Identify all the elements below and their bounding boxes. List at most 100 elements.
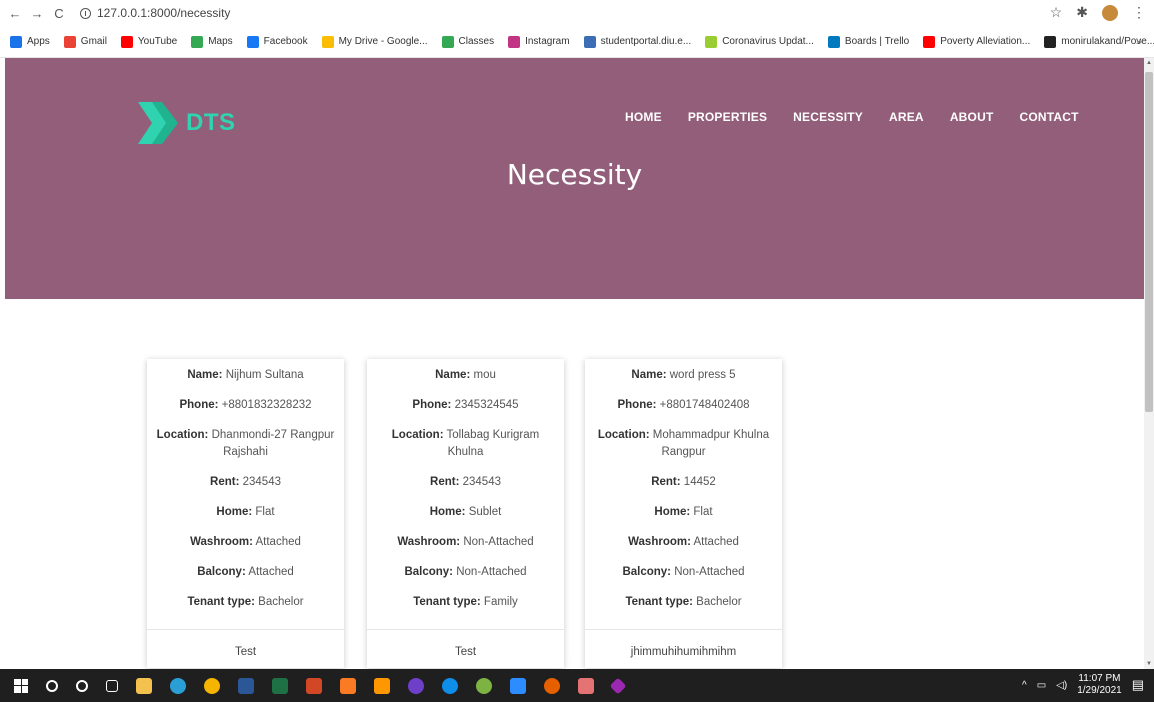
bookmark-item[interactable]: studentportal.diu.e... [583,35,691,48]
star-icon[interactable]: ☆ [1050,4,1063,21]
nav-properties[interactable]: PROPERTIES [688,110,767,124]
reload-icon[interactable]: C [50,6,68,21]
field-label: Home: [429,506,466,519]
teamviewer-icon[interactable] [442,677,458,694]
powerpoint-icon[interactable] [306,677,322,694]
page-scrollbar[interactable]: ▲ ▼ [1144,58,1154,669]
field-value: word press 5 [669,369,736,381]
field-label: Phone: [412,398,452,411]
bookmark-label: YouTube [137,36,178,47]
clock-time: 11:07 PM [1078,673,1121,684]
field-value: Attached [255,535,301,548]
bookmark-item[interactable]: Boards | Trello [827,35,909,48]
search-icon[interactable] [46,679,58,692]
bookmark-label: Facebook [263,36,308,47]
bookmark-label: Maps [208,36,233,47]
notifications-icon[interactable]: ▤ [1132,677,1144,693]
bookmark-item[interactable]: Poverty Alleviation... [923,35,1030,48]
bookmark-item[interactable]: Classes [441,35,494,48]
clock-date: 1/29/2021 [1077,685,1122,696]
card-field-balcony: Balcony: Non-Attached [375,564,556,582]
scroll-up-icon[interactable]: ▲ [1146,60,1152,66]
card-footer: Test [147,629,344,668]
card-field-home: Home: Flat [155,504,336,522]
firefox-icon[interactable] [544,677,560,694]
field-value: Bachelor [696,595,742,608]
git-icon[interactable] [609,677,627,694]
nav-necessity[interactable]: NECESSITY [793,110,863,124]
bookmark-item[interactable]: Instagram [508,35,570,48]
xampp-icon[interactable] [340,677,356,694]
bookmark-label: Instagram [525,36,570,47]
bookmarks-overflow-icon[interactable]: » [1136,36,1142,48]
chrome-icon[interactable] [204,677,220,694]
app-icon[interactable] [476,677,492,694]
profile-avatar[interactable] [1102,4,1118,21]
field-label: Home: [654,506,691,519]
nav-home[interactable]: HOME [625,110,662,124]
site-logo[interactable]: DTS [138,102,236,144]
bookmark-icon [120,35,133,48]
field-value: Tollabag Kurigram Khulna [446,428,540,459]
excel-icon[interactable] [272,677,288,694]
field-label: Phone: [179,398,219,411]
paint-icon[interactable] [578,677,594,694]
clock[interactable]: 11:07 PM 1/29/2021 [1077,673,1122,697]
scroll-thumb[interactable] [1145,72,1153,412]
field-label: Rent: [651,476,681,489]
card-field-tenant: Tenant type: Bachelor [155,594,336,612]
bookmark-item[interactable]: Facebook [246,35,308,48]
field-value: Family [483,595,518,608]
browser-address-bar: ← → C 127.0.0.1:8000/necessity ☆ ✱ ⋮ [0,0,1154,26]
bookmark-icon [705,35,718,48]
nav-about[interactable]: ABOUT [950,110,994,124]
card-field-balcony: Balcony: Attached [155,564,336,582]
bookmark-item[interactable]: Gmail [63,35,107,48]
bookmark-label: My Drive - Google... [338,36,428,47]
forward-icon[interactable]: → [28,6,46,21]
bookmark-icon [10,35,22,48]
logo-text: DTS [186,109,236,136]
field-value: Flat [693,506,713,519]
bookmark-icon [583,35,596,48]
field-label: Name: [631,369,667,381]
zoom-icon[interactable] [510,677,526,694]
sublime-icon[interactable] [374,677,390,694]
bookmark-icon [191,35,204,48]
cortana-icon[interactable] [76,679,88,692]
extensions-icon[interactable]: ✱ [1076,4,1088,21]
network-icon[interactable]: ▭ [1037,680,1046,691]
card-field-washroom: Washroom: Attached [155,534,336,552]
bookmark-item[interactable]: Coronavirus Updat... [705,35,814,48]
task-view-icon[interactable] [106,679,118,692]
field-value: 14452 [683,476,716,489]
menu-icon[interactable]: ⋮ [1132,4,1146,21]
card-field-rent: Rent: 234543 [155,474,336,492]
windows-start-icon[interactable] [14,678,28,693]
field-label: Rent: [430,476,460,489]
card-field-phone: Phone: +8801832328232 [155,397,336,415]
nav-contact[interactable]: CONTACT [1019,110,1078,124]
bookmark-item[interactable]: Apps [10,35,50,48]
bookmark-icon [1044,35,1057,48]
scroll-down-icon[interactable]: ▼ [1146,661,1152,667]
back-icon[interactable]: ← [6,6,24,21]
nav-area[interactable]: AREA [889,110,924,124]
bookmark-item[interactable]: Maps [191,35,233,48]
tray-chevron-icon[interactable]: ^ [1022,680,1027,691]
field-value: Attached [693,535,739,548]
volume-icon[interactable]: ◁) [1056,680,1067,691]
field-value: Non-Attached [674,565,745,578]
site-info-icon[interactable] [80,7,91,19]
field-label: Location: [391,428,444,441]
field-label: Name: [187,369,223,381]
bookmark-icon [321,35,334,48]
field-value: Non-Attached [456,565,527,578]
github-desktop-icon[interactable] [408,677,424,694]
url-field[interactable]: 127.0.0.1:8000/necessity [80,6,230,20]
bookmark-item[interactable]: My Drive - Google... [321,35,428,48]
edge-icon[interactable] [170,677,186,694]
bookmark-item[interactable]: YouTube [120,35,178,48]
word-icon[interactable] [238,677,254,694]
file-explorer-icon[interactable] [136,677,152,694]
